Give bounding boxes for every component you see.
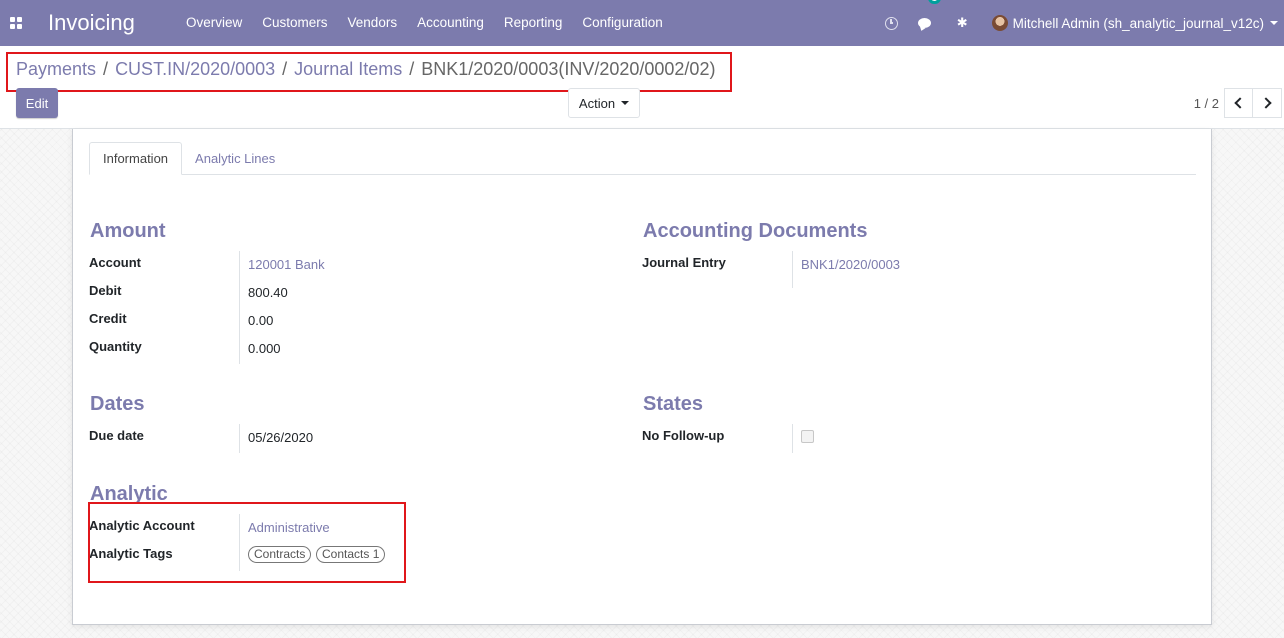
pager-value[interactable]: 1 / 2: [1194, 96, 1219, 111]
main-menu: Overview Customers Vendors Accounting Re…: [176, 0, 673, 46]
action-label: Action: [578, 95, 616, 111]
caret-down-icon: [621, 101, 630, 105]
chat-counter-badge: 1: [927, 0, 941, 4]
avatar: [991, 15, 1008, 31]
field-value-due-date: 05/26/2020: [248, 430, 314, 445]
field-divider: [792, 424, 793, 453]
systray: 1 ✱ Mitchell Admin (sh_analytic_journal_…: [884, 0, 1284, 46]
no-follow-up-checkbox[interactable]: [801, 430, 814, 443]
form-sheet: Information Analytic Lines Amount Accoun…: [72, 129, 1212, 625]
chevron-left-icon: [1234, 97, 1246, 109]
menu-overview[interactable]: Overview: [176, 0, 252, 46]
app-brand[interactable]: Invoicing: [48, 10, 176, 36]
group-title-states: States: [643, 393, 704, 415]
clock-icon: [884, 16, 898, 30]
top-navbar: Invoicing Overview Customers Vendors Acc…: [0, 0, 1284, 46]
pager-previous-button[interactable]: [1224, 88, 1253, 118]
group-title-dates: Dates: [90, 393, 145, 415]
field-label-no-follow-up: No Follow-up: [642, 428, 725, 443]
activity-menu[interactable]: [884, 0, 918, 46]
field-divider: [239, 424, 240, 453]
messaging-menu[interactable]: 1: [917, 0, 941, 46]
pager-next-button[interactable]: [1253, 88, 1282, 118]
field-divider: [239, 251, 240, 364]
field-label-credit: Credit: [89, 311, 127, 326]
edit-button[interactable]: Edit: [16, 88, 58, 118]
menu-configuration[interactable]: Configuration: [572, 0, 672, 46]
group-title-amount: Amount: [90, 220, 166, 242]
action-dropdown[interactable]: Action: [568, 88, 640, 118]
menu-customers[interactable]: Customers: [252, 0, 337, 46]
group-title-accounting-documents: Accounting Documents: [643, 220, 868, 242]
field-label-journal-entry: Journal Entry: [642, 255, 726, 270]
highlight-box-analytic: [88, 502, 406, 583]
field-label-quantity: Quantity: [89, 339, 142, 354]
bug-icon: ✱: [956, 15, 968, 30]
apps-icon[interactable]: [0, 0, 32, 46]
control-panel: Payments / CUST.IN/2020/0003 / Journal I…: [0, 46, 1284, 129]
field-value-quantity: 0.000: [248, 341, 281, 356]
field-label-debit: Debit: [89, 283, 122, 298]
field-value-credit: 0.00: [248, 313, 274, 328]
menu-reporting[interactable]: Reporting: [494, 0, 573, 46]
tab-information[interactable]: Information: [89, 142, 183, 175]
field-divider: [792, 251, 793, 288]
chevron-down-icon: [1270, 21, 1278, 25]
debug-menu[interactable]: ✱: [957, 0, 992, 46]
field-value-account[interactable]: 120001 Bank: [248, 257, 325, 272]
chevron-right-icon: [1259, 97, 1272, 109]
user-name: Mitchell Admin (sh_analytic_journal_v12c…: [1012, 15, 1264, 31]
field-value-journal-entry[interactable]: BNK1/2020/0003: [801, 257, 900, 272]
menu-vendors[interactable]: Vendors: [338, 0, 408, 46]
form-view-content: Information Analytic Lines Amount Accoun…: [0, 129, 1284, 638]
field-label-account: Account: [89, 255, 141, 270]
user-menu[interactable]: Mitchell Admin (sh_analytic_journal_v12c…: [991, 0, 1284, 46]
tab-analytic-lines[interactable]: Analytic Lines: [182, 142, 288, 175]
highlight-box-breadcrumb: [6, 52, 732, 92]
notebook-tabs: Information Analytic Lines: [89, 142, 1196, 175]
menu-accounting[interactable]: Accounting: [407, 0, 494, 46]
field-value-debit: 800.40: [248, 285, 288, 300]
chat-icon: [917, 18, 931, 28]
field-label-due-date: Due date: [89, 428, 144, 443]
pager: 1 / 2: [1194, 88, 1282, 118]
